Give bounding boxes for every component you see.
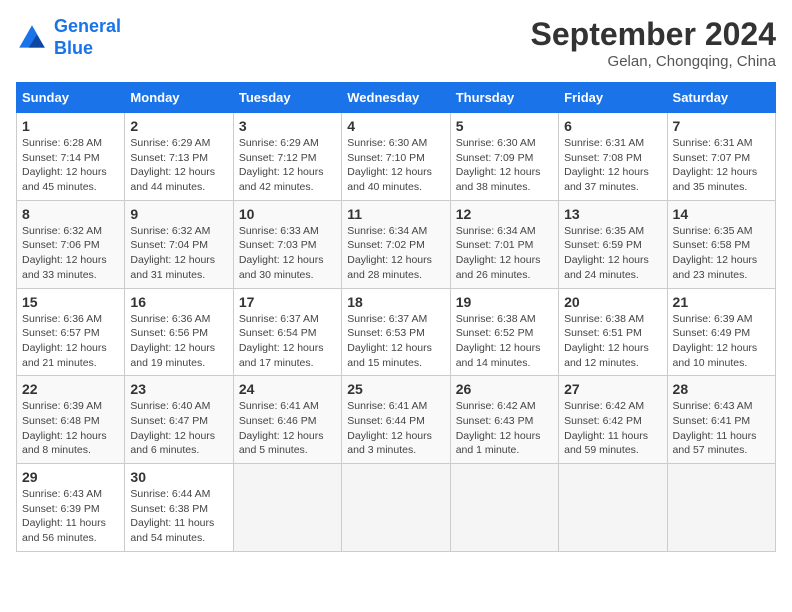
week-row-1: 1 Sunrise: 6:28 AMSunset: 7:14 PMDayligh… <box>17 113 776 201</box>
day-cell-3: 3 Sunrise: 6:29 AMSunset: 7:12 PMDayligh… <box>233 113 341 201</box>
empty-cell-2 <box>342 464 450 552</box>
week-row-5: 29 Sunrise: 6:43 AMSunset: 6:39 PMDaylig… <box>17 464 776 552</box>
empty-cell-4 <box>559 464 667 552</box>
page-header: General Blue September 2024 Gelan, Chong… <box>16 16 776 70</box>
calendar-header-row: Sunday Monday Tuesday Wednesday Thursday… <box>17 83 776 113</box>
week-row-4: 22 Sunrise: 6:39 AMSunset: 6:48 PMDaylig… <box>17 376 776 464</box>
col-wednesday: Wednesday <box>342 83 450 113</box>
title-block: September 2024 Gelan, Chongqing, China <box>531 16 776 70</box>
week-row-3: 15 Sunrise: 6:36 AMSunset: 6:57 PMDaylig… <box>17 288 776 376</box>
empty-cell-5 <box>667 464 775 552</box>
day-cell-6: 6 Sunrise: 6:31 AMSunset: 7:08 PMDayligh… <box>559 113 667 201</box>
day-cell-12: 12 Sunrise: 6:34 AMSunset: 7:01 PMDaylig… <box>450 200 558 288</box>
day-cell-11: 11 Sunrise: 6:34 AMSunset: 7:02 PMDaylig… <box>342 200 450 288</box>
day-cell-29: 29 Sunrise: 6:43 AMSunset: 6:39 PMDaylig… <box>17 464 125 552</box>
day-cell-27: 27 Sunrise: 6:42 AMSunset: 6:42 PMDaylig… <box>559 376 667 464</box>
day-cell-8: 8 Sunrise: 6:32 AMSunset: 7:06 PMDayligh… <box>17 200 125 288</box>
day-cell-25: 25 Sunrise: 6:41 AMSunset: 6:44 PMDaylig… <box>342 376 450 464</box>
day-cell-5: 5 Sunrise: 6:30 AMSunset: 7:09 PMDayligh… <box>450 113 558 201</box>
day-cell-13: 13 Sunrise: 6:35 AMSunset: 6:59 PMDaylig… <box>559 200 667 288</box>
day-cell-26: 26 Sunrise: 6:42 AMSunset: 6:43 PMDaylig… <box>450 376 558 464</box>
day-cell-20: 20 Sunrise: 6:38 AMSunset: 6:51 PMDaylig… <box>559 288 667 376</box>
day-cell-1: 1 Sunrise: 6:28 AMSunset: 7:14 PMDayligh… <box>17 113 125 201</box>
col-monday: Monday <box>125 83 233 113</box>
day-cell-28: 28 Sunrise: 6:43 AMSunset: 6:41 PMDaylig… <box>667 376 775 464</box>
day-cell-18: 18 Sunrise: 6:37 AMSunset: 6:53 PMDaylig… <box>342 288 450 376</box>
day-cell-15: 15 Sunrise: 6:36 AMSunset: 6:57 PMDaylig… <box>17 288 125 376</box>
day-cell-19: 19 Sunrise: 6:38 AMSunset: 6:52 PMDaylig… <box>450 288 558 376</box>
col-saturday: Saturday <box>667 83 775 113</box>
month-year: September 2024 <box>531 16 776 53</box>
logo: General Blue <box>16 16 121 59</box>
day-cell-21: 21 Sunrise: 6:39 AMSunset: 6:49 PMDaylig… <box>667 288 775 376</box>
day-cell-10: 10 Sunrise: 6:33 AMSunset: 7:03 PMDaylig… <box>233 200 341 288</box>
col-thursday: Thursday <box>450 83 558 113</box>
empty-cell-1 <box>233 464 341 552</box>
day-cell-14: 14 Sunrise: 6:35 AMSunset: 6:58 PMDaylig… <box>667 200 775 288</box>
col-friday: Friday <box>559 83 667 113</box>
empty-cell-3 <box>450 464 558 552</box>
location: Gelan, Chongqing, China <box>531 53 776 70</box>
day-cell-2: 2 Sunrise: 6:29 AMSunset: 7:13 PMDayligh… <box>125 113 233 201</box>
day-cell-23: 23 Sunrise: 6:40 AMSunset: 6:47 PMDaylig… <box>125 376 233 464</box>
day-cell-16: 16 Sunrise: 6:36 AMSunset: 6:56 PMDaylig… <box>125 288 233 376</box>
day-cell-22: 22 Sunrise: 6:39 AMSunset: 6:48 PMDaylig… <box>17 376 125 464</box>
col-sunday: Sunday <box>17 83 125 113</box>
day-cell-7: 7 Sunrise: 6:31 AMSunset: 7:07 PMDayligh… <box>667 113 775 201</box>
logo-icon <box>16 22 48 54</box>
day-cell-24: 24 Sunrise: 6:41 AMSunset: 6:46 PMDaylig… <box>233 376 341 464</box>
week-row-2: 8 Sunrise: 6:32 AMSunset: 7:06 PMDayligh… <box>17 200 776 288</box>
day-cell-30: 30 Sunrise: 6:44 AMSunset: 6:38 PMDaylig… <box>125 464 233 552</box>
col-tuesday: Tuesday <box>233 83 341 113</box>
day-cell-4: 4 Sunrise: 6:30 AMSunset: 7:10 PMDayligh… <box>342 113 450 201</box>
calendar-table: Sunday Monday Tuesday Wednesday Thursday… <box>16 82 776 552</box>
logo-text: General Blue <box>54 16 121 59</box>
day-cell-17: 17 Sunrise: 6:37 AMSunset: 6:54 PMDaylig… <box>233 288 341 376</box>
day-cell-9: 9 Sunrise: 6:32 AMSunset: 7:04 PMDayligh… <box>125 200 233 288</box>
